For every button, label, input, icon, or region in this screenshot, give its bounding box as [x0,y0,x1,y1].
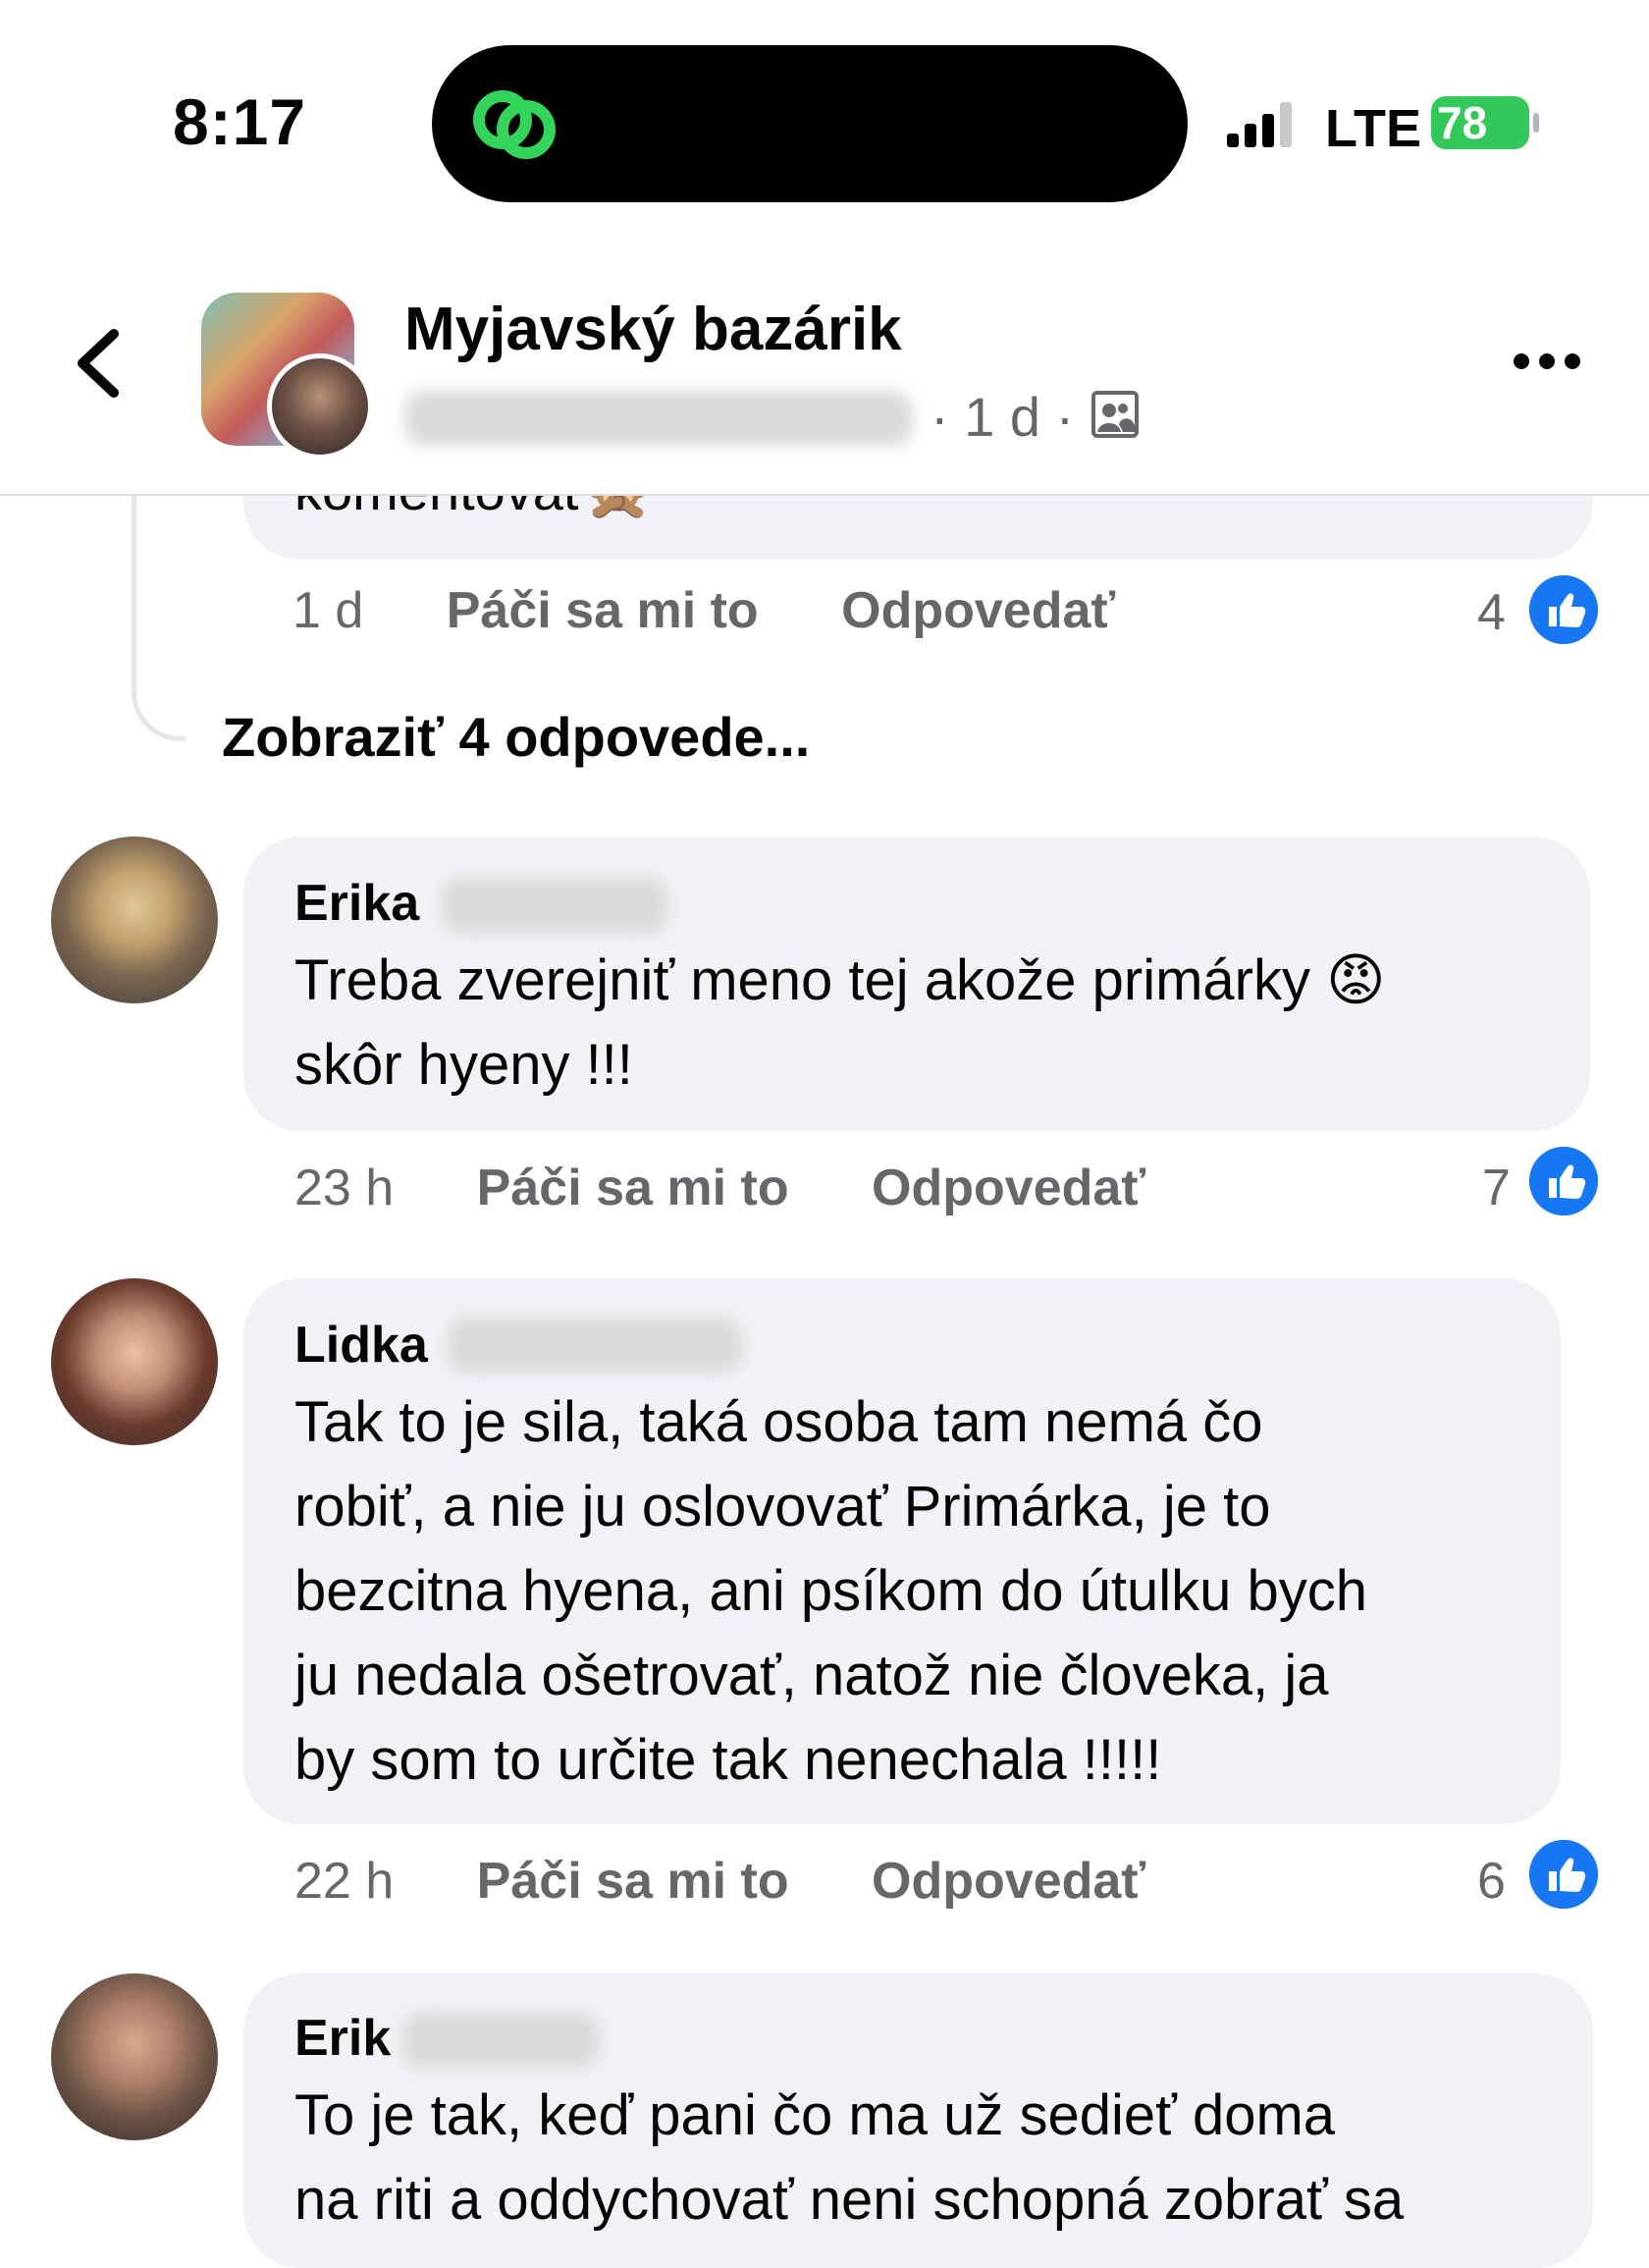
comment-text: Treba zverejniť meno tej akože primárky … [294,939,1386,1107]
dynamic-island [432,45,1188,202]
more-horizontal-icon[interactable] [1512,351,1582,371]
comment-line: Tak to je sila, taká osoba tam nemá čo [294,1390,1263,1454]
like-button[interactable]: Páči sa mi to [447,582,759,639]
comment-line: by som to určite tak nenechala !!!!! [294,1728,1162,1792]
comment-line: To je tak, keď pani čo ma už sedieť doma [294,2083,1336,2147]
comment-line: na riti a oddychovať neni schopná zobrať… [294,2168,1405,2232]
post-meta: · 1 d · [931,386,1075,448]
commenter-name[interactable]: Erika [294,874,419,933]
reply-button[interactable]: Odpovedať [841,582,1115,639]
commenter-name[interactable]: Erik [294,2009,391,2068]
network-label: LTE [1325,99,1421,158]
comment-line: bezcitna hyena, ani psíkom do útulku byc… [294,1559,1367,1623]
like-count: 7 [1482,1160,1511,1216]
comment-actions: 22 h Páči sa mi to Odpovedať [294,1852,1145,1911]
cut-comment-clip: komentovať🙊 [0,496,1649,560]
comment-actions: 23 h Páči sa mi to Odpovedať [294,1159,1145,1217]
comment-line: skôr hyeny !!! [294,1033,633,1097]
poster-name-blurred [404,391,913,446]
battery-icon: 78 [1431,96,1529,149]
thread-line-curve [132,648,186,741]
like-count: 4 [1477,584,1506,641]
comment-text: To je tak, keď pani čo ma už sedieť doma… [294,2074,1404,2242]
chevron-left-icon[interactable] [69,324,128,403]
status-time: 8:17 [173,85,307,158]
view-replies-link[interactable]: Zobraziť 4 odpovede... [222,705,810,769]
comment-time: 22 h [294,1853,395,1910]
group-name[interactable]: Myjavský bazárik [404,295,902,364]
comment-actions: 1 d Páči sa mi to Odpovedať [293,581,1115,640]
reply-button[interactable]: Odpovedať [872,1853,1145,1910]
battery-level: 78 [1437,97,1488,148]
commenter-surname-blurred [402,2013,599,2068]
comment-line: robiť, a nie ju oslovovať Primárka, je t… [294,1475,1271,1539]
like-count: 6 [1477,1853,1506,1910]
commenter-surname-blurred [442,878,667,933]
comment-time: 23 h [294,1160,395,1216]
group-members-icon [1091,391,1139,438]
commenter-name[interactable]: Lidka [294,1316,428,1375]
thumbs-up-icon [1529,1147,1598,1215]
comment-text: komentovať🙊 [294,496,653,523]
thumbs-up-icon [1529,575,1598,644]
poster-avatar[interactable] [267,353,373,459]
like-button[interactable]: Páči sa mi to [477,1853,789,1910]
battery-cap [1533,113,1539,133]
comment-time: 1 d [293,582,364,639]
comment-text: Tak to je sila, taká osoba tam nemá čo r… [294,1380,1367,1803]
comment-line: ju nedala ošetrovať, natož nie človeka, … [294,1644,1329,1707]
comment-line: Treba zverejniť meno tej akože primárky … [294,948,1386,1012]
link-rings-icon [473,90,556,159]
signal-icon [1227,102,1305,147]
avatar[interactable] [51,1278,218,1445]
thumbs-up-icon [1529,1840,1598,1909]
avatar[interactable] [51,837,218,1003]
like-button[interactable]: Páči sa mi to [477,1160,789,1216]
reply-button[interactable]: Odpovedať [872,1160,1145,1216]
avatar[interactable] [51,1973,218,2140]
commenter-surname-blurred [448,1318,742,1373]
